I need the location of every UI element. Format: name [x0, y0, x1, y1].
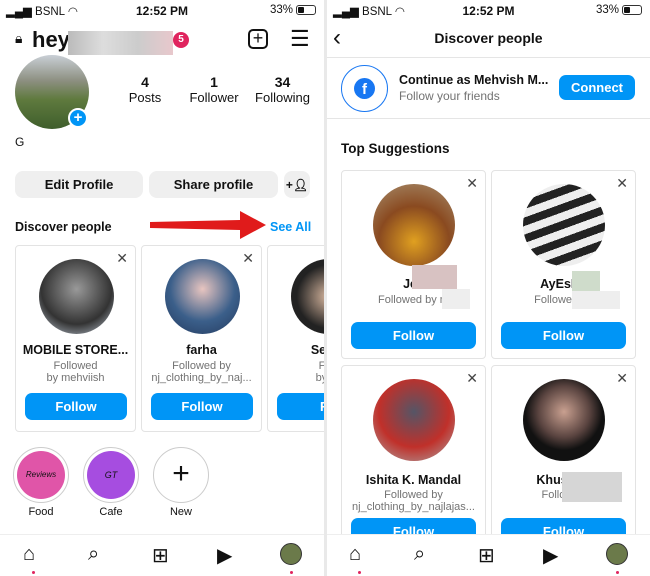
search-icon[interactable]: ⌕: [414, 543, 425, 566]
follow-button[interactable]: Follow: [151, 393, 253, 420]
suggestion-card: ✕ Jee Followed by m Follow: [341, 170, 486, 359]
facebook-icon-ring: f: [341, 65, 388, 112]
reels-icon[interactable]: ▶: [543, 543, 558, 568]
close-icon[interactable]: ✕: [116, 250, 128, 267]
suggestion-avatar[interactable]: [523, 184, 605, 266]
highlight-cafe[interactable]: GT: [83, 447, 139, 503]
suggestion-card: Semc Foll by m Fo: [267, 245, 324, 432]
blurred-username: [68, 31, 173, 55]
menu-icon[interactable]: ☰: [290, 26, 310, 52]
red-arrow-annotation: [150, 211, 266, 239]
suggestion-avatar[interactable]: [373, 379, 455, 461]
suggestion-avatar[interactable]: [523, 379, 605, 461]
fb-title: Continue as Mehvish M...: [399, 73, 549, 87]
status-bar: ▂▄▆ BSNL ◠ 12:52 PM 33%: [327, 4, 650, 20]
suggestion-avatar[interactable]: [39, 259, 114, 334]
battery-icon: [622, 5, 642, 15]
battery-icon: [296, 5, 316, 15]
create-icon[interactable]: +: [248, 29, 268, 49]
suggestion-card: ✕ farha Followed by nj_clothing_by_naj..…: [141, 245, 262, 432]
suggestion-card: ✕ MOBILE STORE... Followed by mehviish F…: [15, 245, 136, 432]
highlight-food[interactable]: Reviews: [13, 447, 69, 503]
follow-button[interactable]: Fo: [277, 393, 324, 420]
discover-people-screen: ▂▄▆ BSNL ◠ 12:52 PM 33% ‹ Discover peopl…: [327, 0, 650, 576]
new-highlight-button[interactable]: +: [153, 447, 209, 503]
follow-button[interactable]: Follow: [501, 322, 626, 349]
facebook-icon: f: [354, 78, 375, 99]
home-icon[interactable]: ⌂: [23, 543, 35, 566]
share-profile-button[interactable]: Share profile: [149, 171, 278, 198]
suggestion-avatar[interactable]: [165, 259, 240, 334]
see-all-link[interactable]: See All: [270, 220, 311, 234]
close-icon[interactable]: ✕: [466, 175, 478, 192]
suggestion-avatar[interactable]: [373, 184, 455, 266]
suggestion-avatar[interactable]: [291, 259, 324, 334]
create-icon[interactable]: ⊞: [478, 543, 495, 568]
close-icon[interactable]: ✕: [616, 370, 628, 387]
battery-percent: 33%: [269, 4, 293, 16]
page-title: Discover people: [434, 30, 543, 46]
discover-people-title: Discover people: [15, 220, 112, 234]
divider: [327, 57, 650, 58]
search-icon[interactable]: ⌕: [88, 543, 99, 566]
create-icon[interactable]: ⊞: [152, 543, 169, 568]
bottom-nav: ⌂ ⌕ ⊞ ▶: [0, 534, 324, 576]
edit-profile-button[interactable]: Edit Profile: [15, 171, 143, 198]
profile-nav-avatar[interactable]: [280, 543, 302, 565]
notification-badge: 5: [173, 32, 189, 48]
fb-subtitle: Follow your friends: [399, 89, 500, 103]
profile-screen: ▂▄▆ BSNL ◠ 12:52 PM 33% 🔒︎ hey. 5 + ☰ + …: [0, 0, 324, 576]
stat-posts[interactable]: 4 Posts: [115, 74, 175, 105]
close-icon[interactable]: ✕: [242, 250, 254, 267]
bottom-nav: ⌂ ⌕ ⊞ ▶: [327, 534, 650, 576]
suggestion-card: ✕ Khushbo Followed Follow: [491, 365, 636, 554]
stat-followers[interactable]: 1 Follower: [180, 74, 248, 105]
profile-nav-avatar[interactable]: [606, 543, 628, 565]
close-icon[interactable]: ✕: [466, 370, 478, 387]
stat-following[interactable]: 34 Following: [250, 74, 315, 105]
reels-icon[interactable]: ▶: [217, 543, 232, 568]
divider: [327, 118, 650, 119]
home-icon[interactable]: ⌂: [349, 543, 361, 566]
follow-button[interactable]: Follow: [351, 322, 476, 349]
add-story-icon[interactable]: +: [68, 108, 88, 128]
follow-button[interactable]: Follow: [25, 393, 127, 420]
suggestion-card: ✕ Ishita K. Mandal Followed by nj_clothi…: [341, 365, 486, 554]
add-person-icon[interactable]: +👤︎: [284, 171, 310, 198]
close-icon[interactable]: ✕: [616, 175, 628, 192]
display-name: G: [15, 135, 25, 149]
connect-button[interactable]: Connect: [559, 75, 635, 100]
suggestion-card: ✕ AyEsHa Followed by Follow: [491, 170, 636, 359]
section-title: Top Suggestions: [341, 141, 450, 156]
status-bar: ▂▄▆ BSNL ◠ 12:52 PM 33%: [0, 4, 324, 20]
lock-icon: 🔒︎: [15, 30, 23, 46]
